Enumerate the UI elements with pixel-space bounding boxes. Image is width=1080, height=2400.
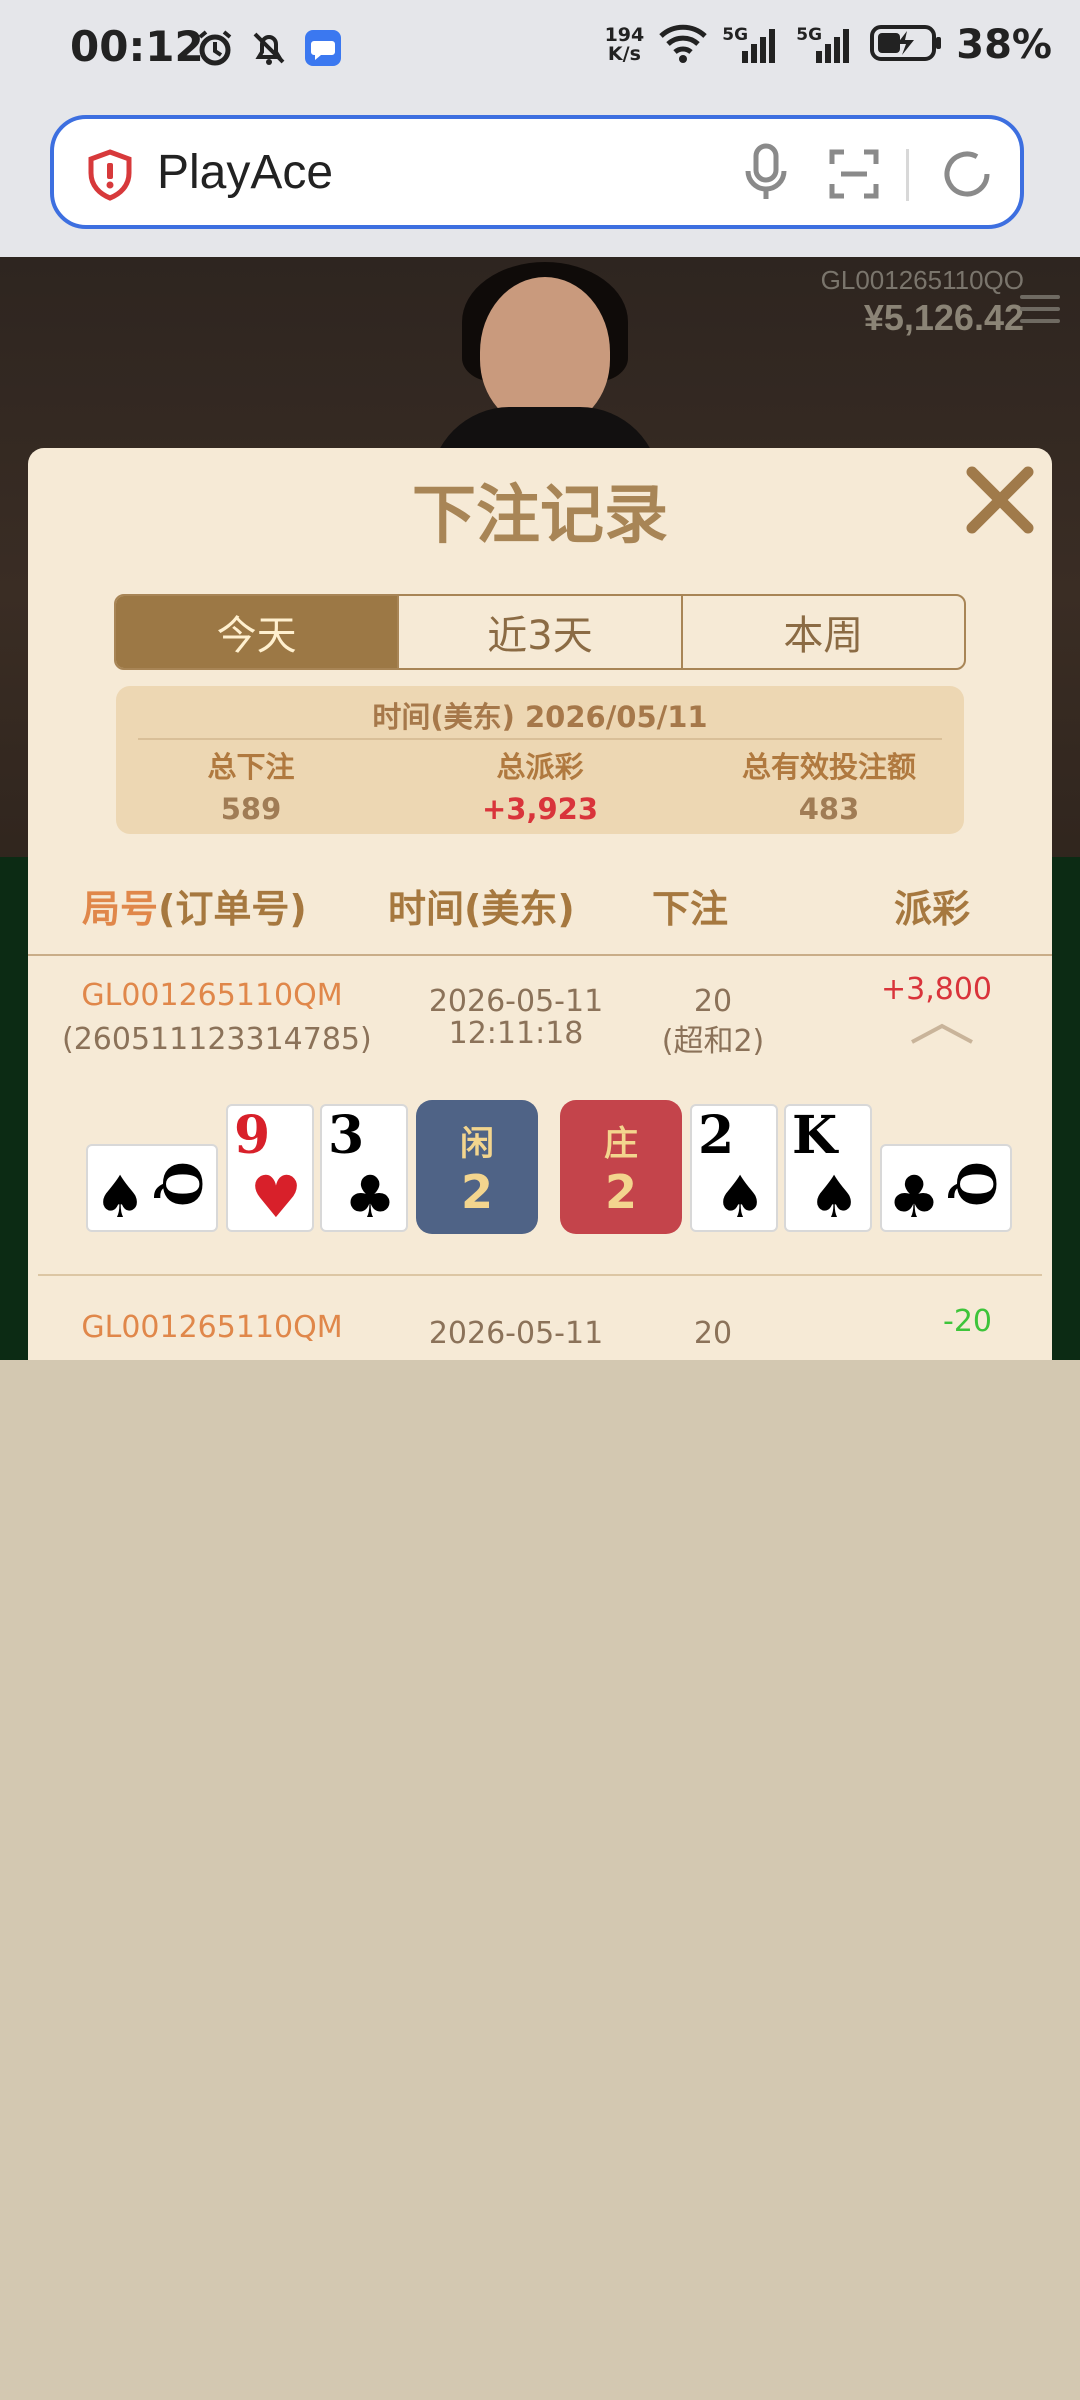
reload-icon[interactable] xyxy=(939,146,995,206)
bet-type: (超和2) xyxy=(661,1024,765,1059)
tab-this-week[interactable]: 本周 xyxy=(680,596,964,668)
banker-total: 庄 2 xyxy=(560,1100,682,1234)
col-bet: 下注 xyxy=(652,887,729,931)
banker-card-2: K ♠ xyxy=(784,1104,872,1232)
header-divider xyxy=(28,954,1052,956)
status-bar: 00:12 194 K/s 5G 5G 38% xyxy=(0,0,1080,105)
mute-bell-icon xyxy=(249,28,289,68)
payout-value: -20 xyxy=(943,1304,992,1339)
row-divider xyxy=(38,1274,1042,1276)
wifi-icon xyxy=(658,23,708,67)
microphone-icon[interactable] xyxy=(744,143,788,207)
url-text[interactable]: PlayAce xyxy=(157,145,333,200)
banker-card-3: ♣ Q xyxy=(880,1144,1012,1232)
page-background xyxy=(0,1360,1080,2400)
tab-last-3-days[interactable]: 近3天 xyxy=(397,596,680,668)
menu-icon[interactable] xyxy=(1020,287,1060,331)
summary-divider xyxy=(138,738,942,740)
clock: 00:12 xyxy=(70,22,204,71)
col-payout: 派彩 xyxy=(894,887,971,931)
account-balance: ¥5,126.42 xyxy=(863,297,1024,338)
table-header: 局号(订单号) 时间(美东) 下注 派彩 xyxy=(28,878,1052,934)
bet-amount: 20 xyxy=(693,984,733,1019)
signal-icon-2: 5G xyxy=(796,25,856,65)
alarm-icon xyxy=(195,28,235,68)
toolbar-divider xyxy=(906,149,909,201)
round-id[interactable]: GL001265110QM xyxy=(62,1310,362,1345)
total-payout: 总派彩 +3,923 xyxy=(481,750,599,826)
summary-date: 时间(美东) 2026/05/11 xyxy=(372,700,708,734)
bet-amount: 20 xyxy=(693,1316,733,1351)
battery-percent: 38% xyxy=(956,22,1052,68)
close-button[interactable] xyxy=(962,462,1038,538)
tab-today[interactable]: 今天 xyxy=(116,596,398,668)
signal-icon-1: 5G xyxy=(722,25,782,65)
player-card-3: 3 ♣ xyxy=(320,1104,408,1232)
player-card-1: ♠ Q xyxy=(86,1144,218,1232)
message-app-icon xyxy=(303,28,343,68)
col-round: 局号(订单号) xyxy=(82,887,307,931)
browser-toolbar: PlayAce xyxy=(0,105,1080,257)
address-bar[interactable]: PlayAce xyxy=(50,115,1024,229)
banker-card-1: 2 ♠ xyxy=(690,1104,778,1232)
summary-panel: 时间(美东) 2026/05/11 总下注 589 总派彩 +3,923 总有效… xyxy=(116,686,964,834)
payout-value: +3,800 xyxy=(880,972,992,1007)
player-card-2: 9 ♥ xyxy=(226,1104,314,1232)
date-range-tabs: 今天 近3天 本周 xyxy=(114,594,966,670)
col-time: 时间(美东) xyxy=(388,887,575,931)
account-id: GL001265110QO xyxy=(820,265,1024,295)
total-valid-bet: 总有效投注额 483 xyxy=(741,750,916,826)
round-id[interactable]: GL001265110QM xyxy=(62,978,362,1013)
close-icon xyxy=(966,466,1034,534)
total-bet: 总下注 589 xyxy=(207,750,295,826)
player-total: 闲 2 xyxy=(416,1100,538,1234)
order-number: (260511123314785) xyxy=(62,1022,372,1057)
bet-record-modal: 下注记录 今天 近3天 本周 时间(美东) 2026/05/11 总下注 589… xyxy=(28,448,1052,1448)
net-speed: 194 K/s xyxy=(604,24,645,65)
security-shield-icon[interactable] xyxy=(86,149,134,205)
battery-charging-icon xyxy=(870,23,942,67)
chevron-up-icon[interactable] xyxy=(910,1022,974,1050)
scan-icon[interactable] xyxy=(829,149,879,203)
modal-title: 下注记录 xyxy=(412,479,668,553)
